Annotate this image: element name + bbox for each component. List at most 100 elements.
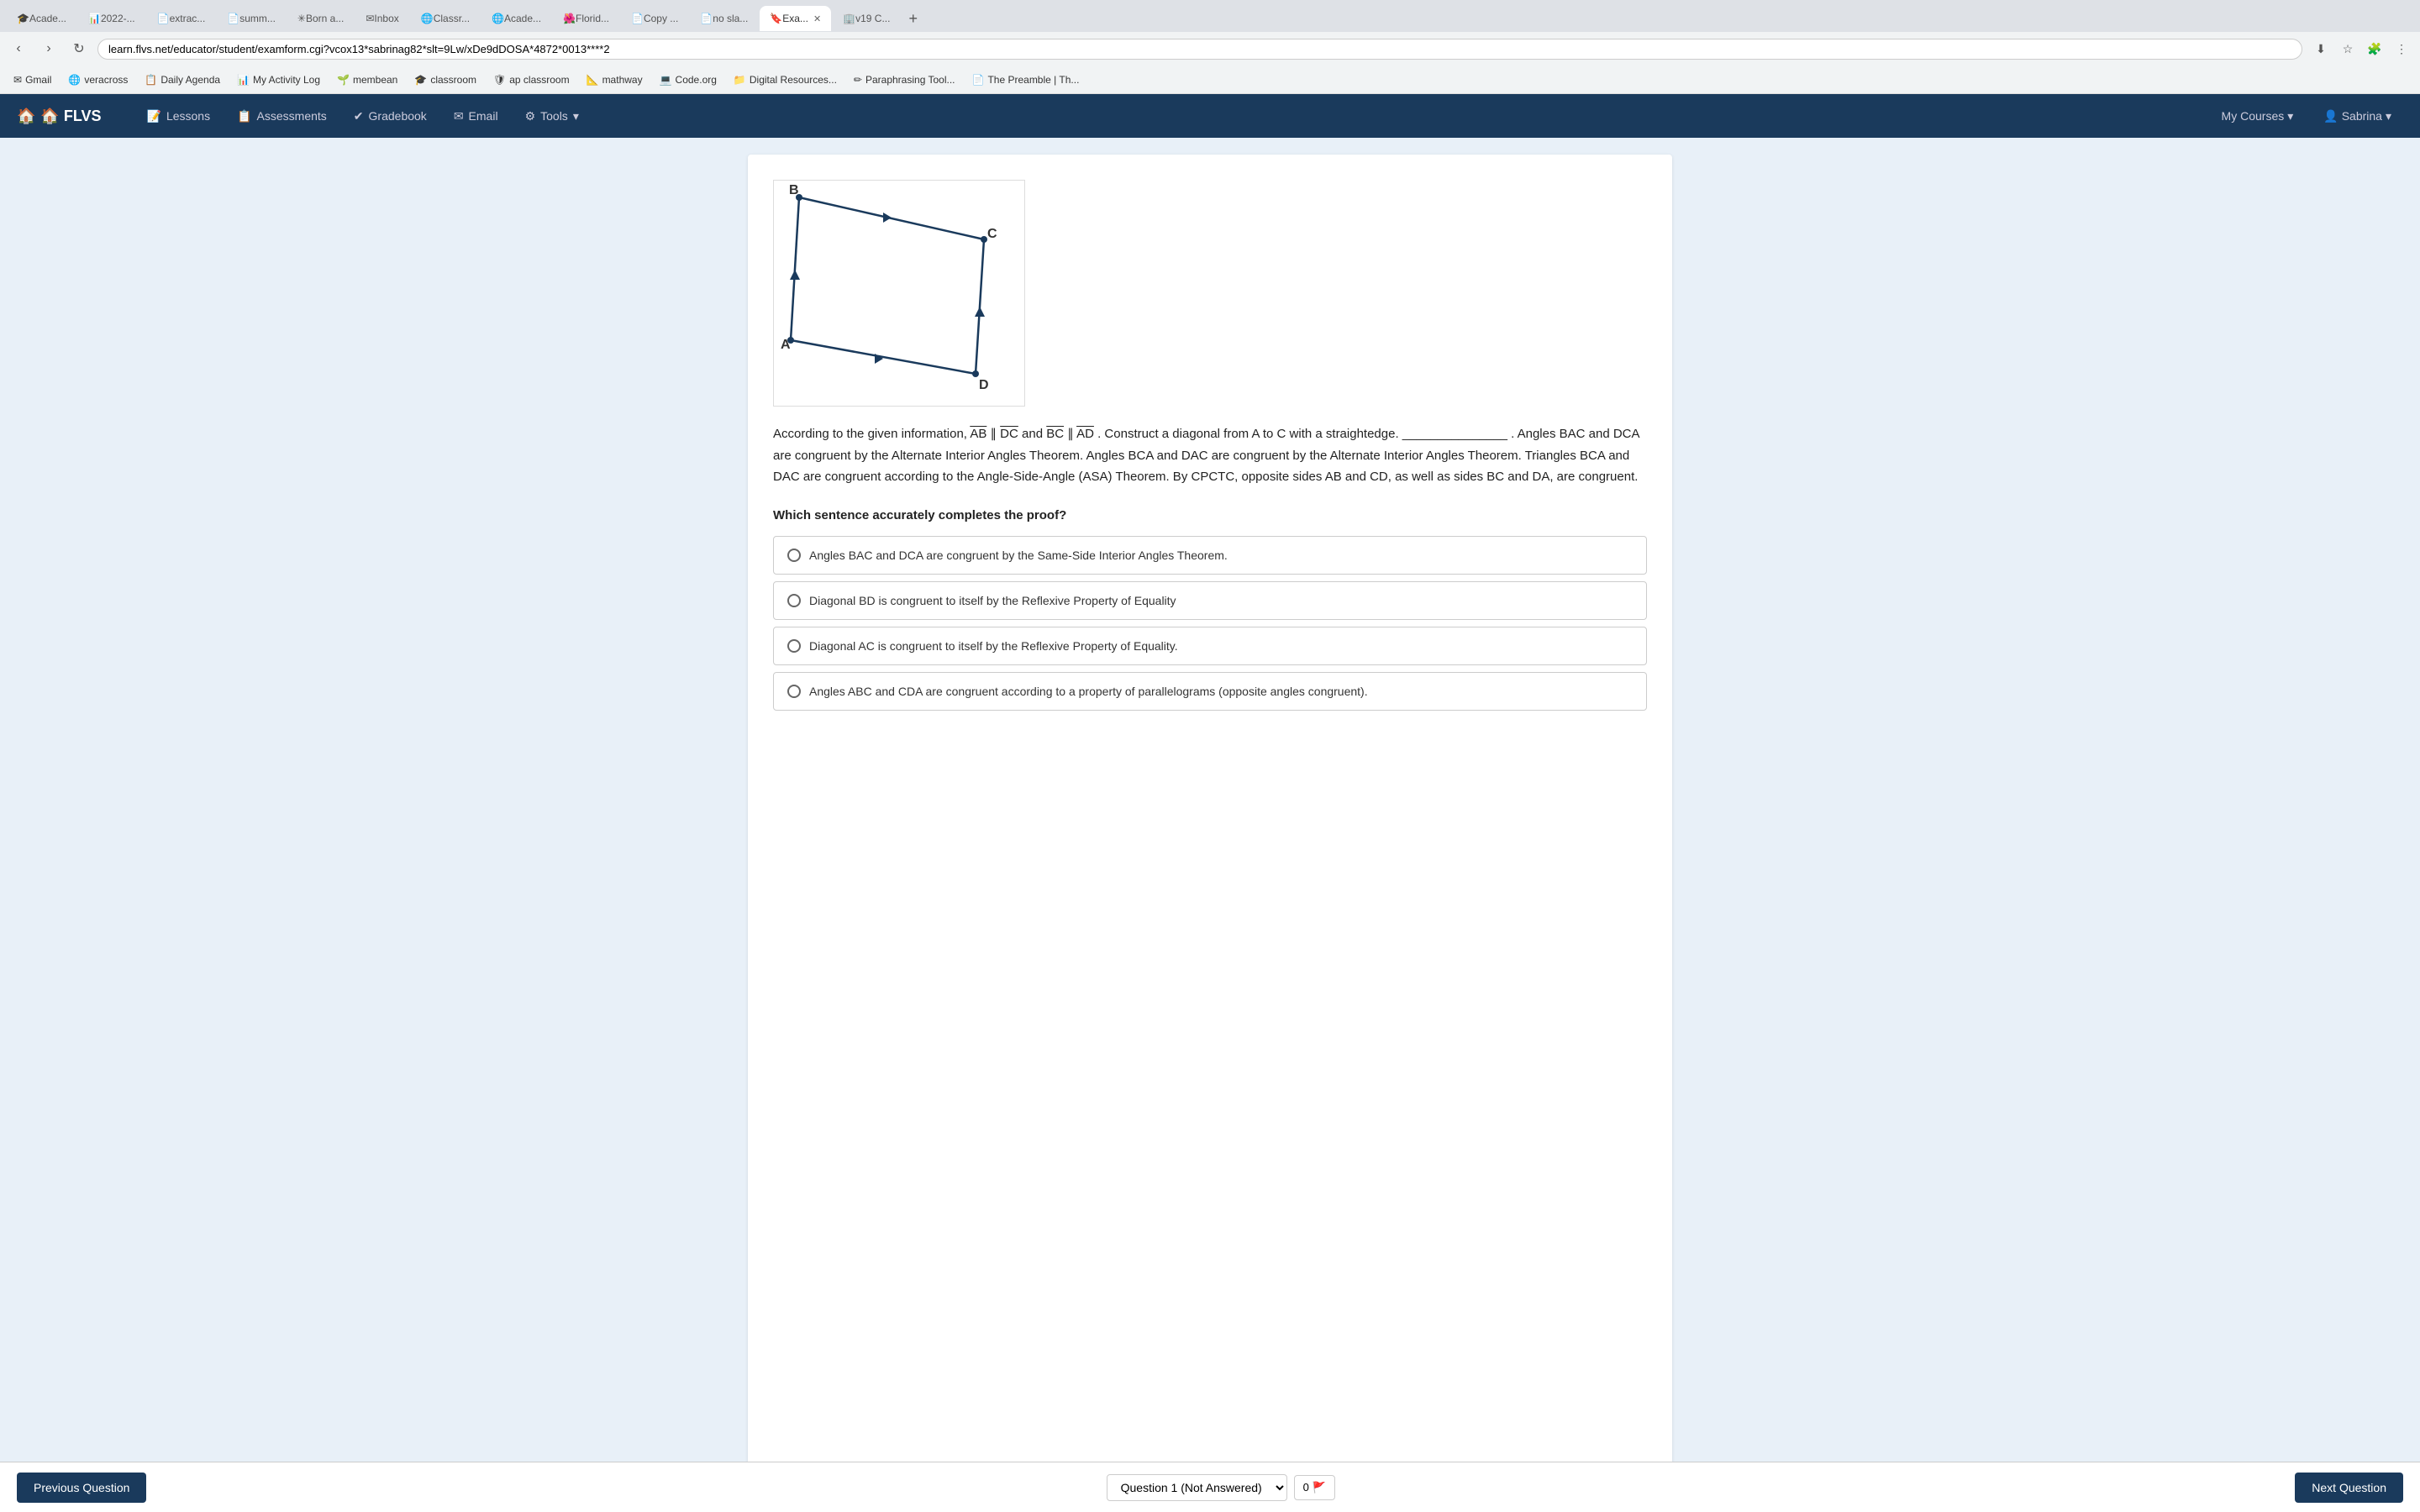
tab-favicon: 📄: [157, 13, 170, 24]
geometry-diagram: B C A D: [773, 180, 1025, 407]
bookmark-codeorg-label: Code.org: [676, 74, 717, 86]
nav-lessons[interactable]: 📝 Lessons: [135, 102, 223, 130]
flag-count: 0: [1303, 1481, 1309, 1494]
bookmarks-bar: ✉ Gmail 🌐 veracross 📋 Daily Agenda 📊 My …: [0, 66, 2420, 94]
tab-florid[interactable]: 🌺 Florid...: [553, 6, 619, 31]
and-text: and: [1022, 427, 1043, 441]
bookmark-daily-agenda[interactable]: 📋 Daily Agenda: [138, 71, 227, 88]
tab-acade2[interactable]: 🌐 Acade...: [481, 6, 551, 31]
nav-email[interactable]: ✉ Email: [442, 102, 510, 130]
bookmark-veracross[interactable]: 🌐 veracross: [61, 71, 134, 88]
menu-icon[interactable]: ⋮: [2390, 37, 2413, 60]
question-selector: Question 1 (Not Answered) 0 🚩: [1107, 1474, 1335, 1501]
tab-bar: 🎓 Acade... 📊 2022-... 📄 extrac... 📄 summ…: [0, 0, 2420, 32]
segment1: AB ∥ DC: [970, 427, 1018, 441]
bookmark-gmail[interactable]: ✉ Gmail: [7, 71, 58, 88]
tab-favicon: 📄: [700, 13, 713, 24]
activity-log-icon: 📊: [237, 74, 250, 86]
choice-a-radio[interactable]: [787, 549, 801, 562]
proof-text-middle: . Construct a diagonal from A to C with …: [1097, 427, 1399, 441]
bookmark-classroom-label: classroom: [430, 74, 476, 86]
page-wrapper: B C A D According to the given informati…: [0, 138, 2420, 1482]
flvs-nav: 🏠 🏠 FLVS 📝 Lessons 📋 Assessments ✔ Grade…: [0, 94, 2420, 138]
assessments-icon: 📋: [237, 109, 251, 123]
bookmark-digital-resources[interactable]: 📁 Digital Resources...: [727, 71, 844, 88]
choice-c-radio[interactable]: [787, 639, 801, 653]
nav-gradebook[interactable]: ✔ Gradebook: [342, 102, 439, 130]
tools-chevron-icon: ▾: [573, 109, 579, 123]
tools-icon: ⚙: [525, 109, 536, 123]
tab-extrac[interactable]: 📄 extrac...: [147, 6, 216, 31]
bookmark-paraphrasing[interactable]: ✏ Paraphrasing Tool...: [847, 71, 962, 88]
my-courses-dropdown[interactable]: My Courses ▾: [2210, 102, 2306, 130]
veracross-icon: 🌐: [68, 74, 81, 86]
tab-favicon: 🔖: [770, 13, 782, 24]
tab-copy[interactable]: 📄 Copy ...: [621, 6, 688, 31]
tab-inbox[interactable]: ✉ Inbox: [355, 6, 408, 31]
bookmark-ap-classroom[interactable]: 🛡 ap classroom: [487, 71, 576, 88]
bookmark-daily-agenda-label: Daily Agenda: [160, 74, 220, 86]
tab-summ[interactable]: 📄 summ...: [217, 6, 286, 31]
bookmark-icon[interactable]: ☆: [2336, 37, 2360, 60]
reload-button[interactable]: ↻: [67, 37, 91, 60]
bookmark-paraphrasing-label: Paraphrasing Tool...: [865, 74, 955, 86]
forward-button[interactable]: ›: [37, 37, 60, 60]
extension-icon[interactable]: 🧩: [2363, 37, 2386, 60]
next-question-button[interactable]: Next Question: [2295, 1473, 2403, 1503]
svg-text:C: C: [987, 227, 997, 241]
user-name: Sabrina: [2342, 109, 2382, 123]
choice-d-radio[interactable]: [787, 685, 801, 698]
blank-line: _______________: [1402, 427, 1507, 441]
choice-c-text: Diagonal AC is congruent to itself by th…: [809, 639, 1178, 653]
tab-v19[interactable]: 🏢 v19 C...: [833, 6, 900, 31]
tab-nosla[interactable]: 📄 no sla...: [690, 6, 758, 31]
nav-assessments-label: Assessments: [257, 109, 327, 123]
question-select[interactable]: Question 1 (Not Answered): [1107, 1474, 1287, 1501]
gmail-icon: ✉: [13, 74, 22, 86]
tab-acade[interactable]: 🎓 Acade...: [7, 6, 76, 31]
tab-favicon: 🌐: [421, 13, 434, 24]
bookmark-codeorg[interactable]: 💻 Code.org: [653, 71, 723, 88]
new-tab-button[interactable]: +: [902, 10, 924, 28]
question-text: According to the given information, AB ∥…: [773, 423, 1647, 488]
tab-close-icon[interactable]: ✕: [813, 13, 821, 24]
my-courses-label: My Courses: [2222, 109, 2285, 123]
paraphrasing-icon: ✏: [854, 74, 862, 86]
download-icon[interactable]: ⬇: [2309, 37, 2333, 60]
flag-icon: 🚩: [1313, 1481, 1326, 1494]
tab-favicon: ✳: [297, 13, 306, 24]
tab-favicon: ✉: [366, 13, 374, 24]
flvs-logo[interactable]: 🏠 🏠 FLVS: [17, 108, 102, 125]
tab-2022[interactable]: 📊 2022-...: [78, 6, 145, 31]
flag-button[interactable]: 0 🚩: [1294, 1475, 1335, 1500]
bookmark-digital-resources-label: Digital Resources...: [750, 74, 837, 86]
nav-email-label: Email: [469, 109, 498, 123]
user-chevron-icon: ▾: [2386, 109, 2391, 123]
bookmark-activity-log[interactable]: 📊 My Activity Log: [230, 71, 327, 88]
tab-classroom[interactable]: 🌐 Classr...: [411, 6, 480, 31]
choice-b-radio[interactable]: [787, 594, 801, 607]
codeorg-icon: 💻: [660, 74, 672, 86]
user-dropdown[interactable]: 👤 Sabrina ▾: [2312, 102, 2403, 130]
previous-question-button[interactable]: Previous Question: [17, 1473, 146, 1503]
nav-gradebook-label: Gradebook: [369, 109, 427, 123]
nav-assessments[interactable]: 📋 Assessments: [225, 102, 339, 130]
choice-c[interactable]: Diagonal AC is congruent to itself by th…: [773, 627, 1647, 665]
tab-favicon: 📄: [631, 13, 644, 24]
nav-tools[interactable]: ⚙ Tools ▾: [513, 102, 591, 130]
bookmark-classroom[interactable]: 🎓 classroom: [408, 71, 483, 88]
user-icon: 👤: [2323, 109, 2338, 123]
bookmark-preamble[interactable]: 📄 The Preamble | Th...: [965, 71, 1086, 88]
tab-born[interactable]: ✳ Born a...: [287, 6, 354, 31]
choice-a[interactable]: Angles BAC and DCA are congruent by the …: [773, 536, 1647, 575]
browser-actions: ⬇ ☆ 🧩 ⋮: [2309, 37, 2413, 60]
bookmark-mathway[interactable]: 📐 mathway: [580, 71, 650, 88]
address-input[interactable]: [97, 39, 2302, 60]
back-button[interactable]: ‹: [7, 37, 30, 60]
choice-b[interactable]: Diagonal BD is congruent to itself by th…: [773, 581, 1647, 620]
tab-exam[interactable]: 🔖 Exa... ✕: [760, 6, 831, 31]
bookmark-membean[interactable]: 🌱 membean: [330, 71, 404, 88]
choice-d[interactable]: Angles ABC and CDA are congruent accordi…: [773, 672, 1647, 711]
bookmark-gmail-label: Gmail: [25, 74, 51, 86]
tab-favicon: 🌺: [563, 13, 576, 24]
